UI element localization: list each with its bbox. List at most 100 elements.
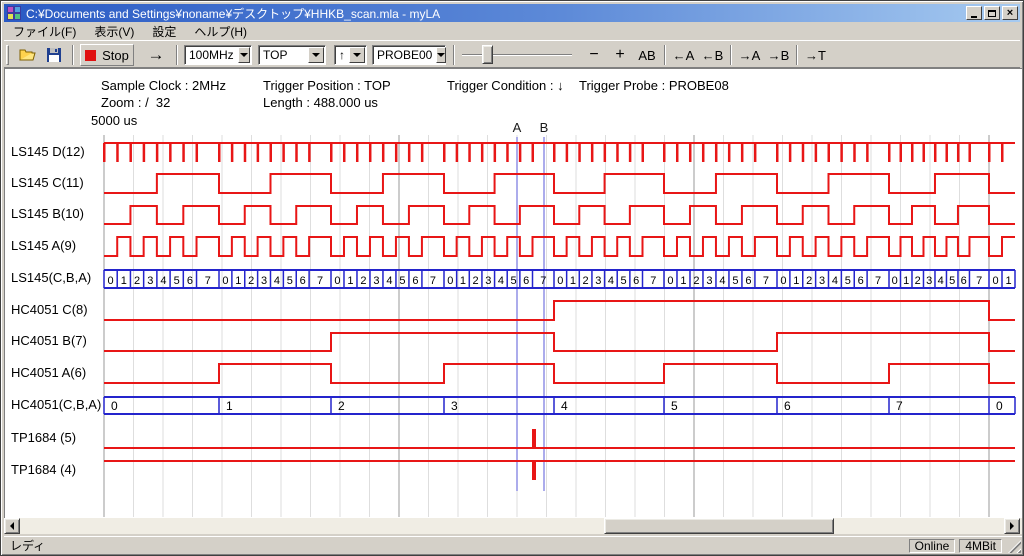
- time-per-division-label: 5000 us: [91, 113, 137, 128]
- svg-text:4: 4: [938, 275, 944, 287]
- svg-text:7: 7: [540, 275, 546, 287]
- channel-trace-4: 0123456701234567012345670123456701234567…: [104, 270, 1015, 288]
- cursor-label-A: A: [513, 120, 522, 135]
- svg-text:5: 5: [510, 275, 516, 287]
- svg-text:0: 0: [447, 275, 453, 287]
- svg-text:1: 1: [903, 275, 909, 287]
- svg-text:4: 4: [274, 275, 280, 287]
- svg-text:6: 6: [633, 275, 639, 287]
- cursor-label-B: B: [540, 120, 549, 135]
- scroll-left-icon: [10, 522, 14, 530]
- svg-text:5: 5: [399, 275, 405, 287]
- svg-text:0: 0: [992, 275, 998, 287]
- channel-trace-8: 0 1 2 3 4 5 6 7 0: [104, 397, 1015, 414]
- status-memory-badge: 4MBit: [959, 539, 1002, 553]
- svg-text:3: 3: [485, 275, 491, 287]
- svg-text:1: 1: [680, 275, 686, 287]
- channel-trace-2: [104, 206, 1015, 224]
- svg-text:6: 6: [523, 275, 529, 287]
- svg-text:2: 2: [473, 275, 479, 287]
- svg-text:6: 6: [300, 275, 306, 287]
- svg-text:3: 3: [261, 275, 267, 287]
- channel-trace-5: [104, 301, 1015, 320]
- svg-text:0: 0: [222, 275, 228, 287]
- channel-trace-1: [104, 174, 1015, 193]
- svg-text:0: 0: [996, 399, 1003, 413]
- svg-text:0: 0: [780, 275, 786, 287]
- svg-text:6: 6: [745, 275, 751, 287]
- channel-trace-10: [104, 461, 1015, 480]
- svg-text:1: 1: [1005, 275, 1011, 287]
- info-length: Length : 488.000 us: [263, 95, 378, 110]
- status-ready-text: レディ: [4, 537, 909, 554]
- svg-text:1: 1: [235, 275, 241, 287]
- svg-text:4: 4: [561, 399, 568, 413]
- svg-text:4: 4: [498, 275, 504, 287]
- svg-text:0: 0: [892, 275, 898, 287]
- scrollbar-thumb[interactable]: [604, 518, 834, 534]
- svg-text:7: 7: [430, 275, 436, 287]
- svg-text:4: 4: [386, 275, 392, 287]
- svg-text:3: 3: [451, 399, 458, 413]
- channel-trace-6: [104, 333, 1015, 351]
- svg-text:7: 7: [650, 275, 656, 287]
- svg-text:6: 6: [784, 399, 791, 413]
- svg-text:6: 6: [961, 275, 967, 287]
- svg-text:0: 0: [108, 275, 114, 287]
- svg-text:5: 5: [287, 275, 293, 287]
- status-bar: レディ Online 4MBit: [4, 536, 1022, 554]
- svg-text:3: 3: [147, 275, 153, 287]
- channel-trace-9: [104, 429, 1015, 448]
- svg-text:5: 5: [671, 399, 678, 413]
- svg-text:2: 2: [583, 275, 589, 287]
- svg-text:4: 4: [160, 275, 166, 287]
- info-trigger-probe: Trigger Probe : PROBE08: [579, 78, 729, 93]
- svg-text:7: 7: [976, 275, 982, 287]
- svg-text:2: 2: [360, 275, 366, 287]
- info-zoom: Zoom : / 32: [101, 95, 170, 110]
- svg-text:1: 1: [793, 275, 799, 287]
- svg-text:4: 4: [832, 275, 838, 287]
- channel-trace-3: [104, 237, 1015, 256]
- horizontal-scrollbar[interactable]: [4, 518, 1022, 534]
- svg-text:6: 6: [187, 275, 193, 287]
- svg-text:0: 0: [111, 399, 118, 413]
- channel-trace-7: [104, 364, 1015, 383]
- info-sample-clock: Sample Clock : 2MHz: [101, 78, 226, 93]
- svg-text:2: 2: [806, 275, 812, 287]
- svg-text:6: 6: [412, 275, 418, 287]
- scroll-left-button[interactable]: [4, 518, 20, 534]
- svg-text:7: 7: [317, 275, 323, 287]
- svg-text:2: 2: [915, 275, 921, 287]
- svg-text:7: 7: [896, 399, 903, 413]
- svg-text:7: 7: [205, 275, 211, 287]
- svg-text:0: 0: [334, 275, 340, 287]
- info-trigger-position: Trigger Position : TOP: [263, 78, 391, 93]
- svg-text:3: 3: [373, 275, 379, 287]
- svg-text:1: 1: [226, 399, 233, 413]
- svg-text:1: 1: [460, 275, 466, 287]
- svg-text:3: 3: [595, 275, 601, 287]
- svg-text:4: 4: [608, 275, 614, 287]
- status-online-badge: Online: [909, 539, 956, 553]
- svg-text:5: 5: [732, 275, 738, 287]
- svg-text:3: 3: [926, 275, 932, 287]
- svg-text:5: 5: [949, 275, 955, 287]
- svg-text:5: 5: [620, 275, 626, 287]
- info-trigger-condition: Trigger Condition : ↓: [447, 78, 564, 93]
- svg-text:1: 1: [121, 275, 127, 287]
- svg-text:5: 5: [845, 275, 851, 287]
- svg-text:4: 4: [719, 275, 725, 287]
- svg-text:0: 0: [667, 275, 673, 287]
- channel-trace-0: [103, 143, 1015, 162]
- svg-text:7: 7: [763, 275, 769, 287]
- app-window: C:¥Documents and Settings¥noname¥デスクトップ¥…: [0, 0, 1024, 556]
- svg-text:3: 3: [819, 275, 825, 287]
- svg-text:2: 2: [248, 275, 254, 287]
- svg-text:5: 5: [174, 275, 180, 287]
- svg-text:7: 7: [875, 275, 881, 287]
- svg-text:1: 1: [347, 275, 353, 287]
- resize-grip[interactable]: [1008, 540, 1021, 553]
- scroll-right-button[interactable]: [1004, 518, 1020, 534]
- svg-text:2: 2: [338, 399, 345, 413]
